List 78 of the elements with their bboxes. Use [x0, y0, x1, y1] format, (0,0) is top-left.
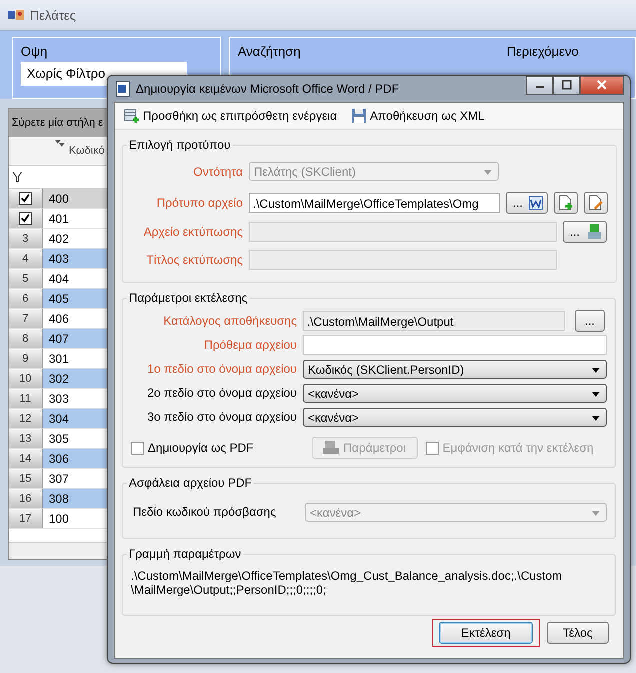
group-title: Παράμετροι εκτέλεσης [128, 291, 249, 305]
row-header[interactable]: 13 [9, 429, 43, 448]
field-label: Πρόθεμα αρχείου [203, 338, 297, 352]
table-cell: 400 [43, 189, 109, 208]
checkbox[interactable] [19, 192, 32, 205]
toolbar-button[interactable]: Προσθήκη ως επιπρόσθετη ενέργεια [124, 108, 338, 124]
group-hint: Σύρετε μία στήλη ε [9, 109, 109, 137]
printer-icon [586, 224, 602, 240]
dialog-button[interactable]: Τέλος [547, 622, 609, 644]
caret-icon [592, 510, 600, 516]
row-header[interactable]: 16 [9, 489, 43, 508]
row-header[interactable]: 17 [9, 509, 43, 528]
view-label: Οψη [21, 44, 49, 61]
dropdown[interactable]: <κανένα> [303, 408, 607, 426]
row-header[interactable]: 7 [9, 309, 43, 328]
field-label: Οντότητα [192, 164, 243, 178]
table-cell: 407 [43, 329, 109, 348]
people-icon [8, 9, 24, 21]
caret-icon [484, 170, 492, 175]
caret-icon [592, 392, 600, 396]
group-title: Γραμμή παραμέτρων [128, 547, 242, 561]
field-label: 1ο πεδίο στο όνομα αρχείου [146, 362, 297, 376]
field-label: Κατάλογος αποθήκευσης [162, 314, 297, 328]
row-header[interactable]: 12 [9, 409, 43, 428]
row-header[interactable]: 11 [9, 389, 43, 408]
pdf-checkbox[interactable]: Δημιουργία ως PDF [131, 441, 254, 455]
checkbox[interactable] [19, 212, 32, 225]
table-cell: 403 [43, 249, 109, 268]
row-header[interactable]: 10 [9, 369, 43, 388]
table-cell: 306 [43, 449, 109, 468]
content-label: Περιεχόμενο [506, 44, 579, 61]
minimize-button[interactable] [526, 76, 553, 94]
search-label: Αναζήτηση [238, 44, 301, 61]
new-document-button[interactable] [554, 192, 578, 214]
field-label: Τίτλος εκτύπωσης [146, 253, 243, 267]
dropdown[interactable]: <κανένα> [303, 384, 607, 402]
app-title: Πελάτες [30, 8, 76, 22]
maximize-icon [562, 80, 572, 90]
field-label: Αρχείο εκτύπωσης [142, 225, 243, 239]
save-icon [351, 108, 368, 124]
scrollbar[interactable] [9, 542, 109, 559]
field-label: 2ο πεδίο στο όνομα αρχείου [146, 386, 297, 400]
parameter-line: .\Custom\MailMerge\OfficeTemplates\Omg_Cust_Balance_analysis.doc;.\Custom \MailMerge\Output;;PersonID;;;0;;;;0; [131, 568, 564, 599]
close-button[interactable] [580, 76, 624, 94]
table-cell: 405 [43, 289, 109, 308]
caret-icon [592, 368, 600, 372]
close-icon [597, 80, 607, 90]
field-label: Πεδίο κωδικού πρόσβασης [132, 505, 278, 519]
row-header[interactable] [9, 189, 43, 208]
table-cell: 304 [43, 409, 109, 428]
new-document-icon [558, 194, 574, 210]
toolbar-button[interactable]: Αποθήκευση ως XML [351, 108, 485, 124]
browse-button[interactable]: ... [506, 192, 548, 214]
group-title: Επιλογή προτύπου [128, 138, 232, 152]
row-header[interactable]: 6 [9, 289, 43, 308]
printer-icon [323, 441, 340, 455]
table-cell: 302 [43, 369, 109, 388]
row-header[interactable]: 4 [9, 249, 43, 268]
caret-icon [592, 416, 600, 420]
row-header[interactable]: 15 [9, 469, 43, 488]
input-field[interactable]: .\Custom\MailMerge\OfficeTemplates\Omg [249, 192, 500, 212]
dropdown[interactable]: Κωδικός (SKClient.PersonID) [303, 360, 607, 378]
row-header[interactable]: 8 [9, 329, 43, 348]
row-header[interactable] [9, 209, 43, 228]
row-header[interactable]: 5 [9, 269, 43, 288]
edit-document-icon [588, 194, 604, 210]
input-field[interactable] [303, 335, 607, 355]
dialog-button[interactable]: Εκτέλεση [439, 622, 533, 644]
row-header[interactable]: 14 [9, 449, 43, 468]
table-cell: 308 [43, 489, 109, 508]
add-list-icon [124, 108, 140, 124]
field-label: 3ο πεδίο στο όνομα αρχείου [146, 410, 297, 424]
row-header[interactable]: 9 [9, 349, 43, 368]
group-title: Ασφάλεια αρχείου PDF [128, 476, 254, 490]
edit-document-button[interactable] [584, 192, 608, 214]
maximize-button[interactable] [553, 76, 580, 94]
field-label: Πρότυπο αρχείο [156, 196, 243, 210]
row-header[interactable]: 3 [9, 229, 43, 248]
